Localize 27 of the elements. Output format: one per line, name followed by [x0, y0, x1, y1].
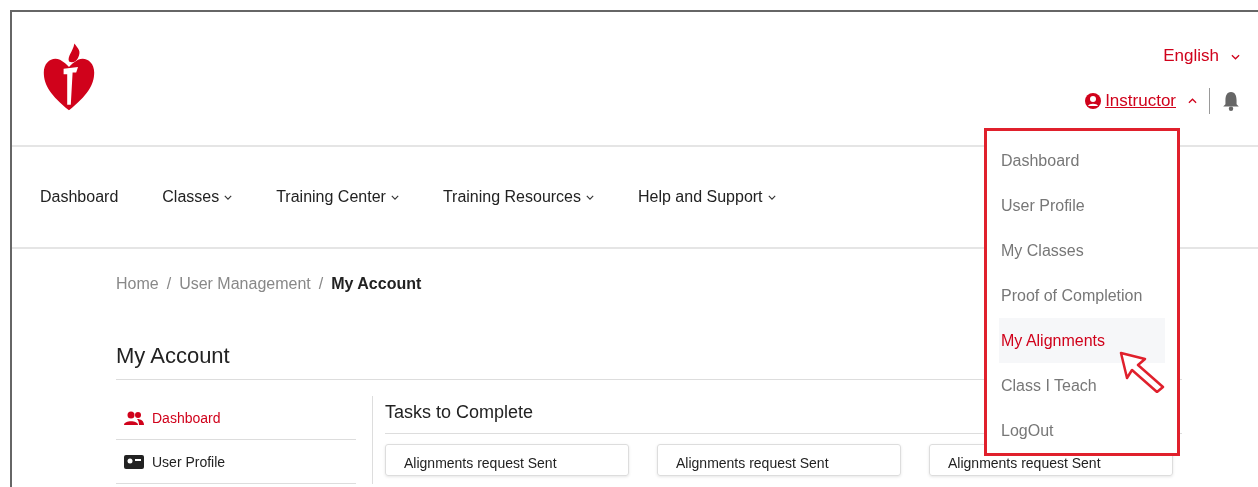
sidebar-item[interactable]: User Profile [116, 440, 356, 484]
nav-menu-item[interactable]: Help and Support [638, 188, 776, 206]
dropdown-menu-item[interactable]: Proof of Completion [999, 273, 1165, 319]
dropdown-menu-item[interactable]: User Profile [999, 183, 1165, 229]
nav-menu-item[interactable]: Training Resources [442, 188, 594, 206]
id-card-icon [124, 454, 144, 469]
bell-icon[interactable] [1222, 91, 1240, 111]
nav-menu-item[interactable]: Training Center [276, 188, 399, 206]
nav-menu-item[interactable]: Classes [162, 188, 233, 206]
users-icon [124, 410, 144, 425]
task-card[interactable]: Alignments request Sent [657, 444, 901, 476]
language-selector[interactable]: English [1163, 46, 1240, 66]
breadcrumb-separator: / [166, 275, 172, 293]
cursor-arrow-icon [1119, 351, 1165, 393]
breadcrumb-link[interactable]: User Management [179, 275, 311, 293]
sidebar-item[interactable]: Dashboard [116, 396, 356, 440]
breadcrumb-link[interactable]: Home [116, 275, 159, 293]
user-menu-link[interactable]: Instructor [1085, 91, 1176, 111]
dropdown-menu-item[interactable]: Dashboard [999, 139, 1165, 184]
breadcrumb-link[interactable]: My Account [331, 275, 422, 293]
chevron-down-icon [1231, 53, 1240, 60]
user-circle-icon [1085, 93, 1102, 109]
caret-icon [1188, 98, 1197, 104]
dropdown-menu-item[interactable]: My Classes [999, 228, 1165, 274]
task-card[interactable]: Alignments request Sent [385, 444, 629, 476]
nav-menu-item[interactable]: Dashboard [40, 188, 119, 206]
breadcrumb-separator: / [318, 275, 324, 293]
